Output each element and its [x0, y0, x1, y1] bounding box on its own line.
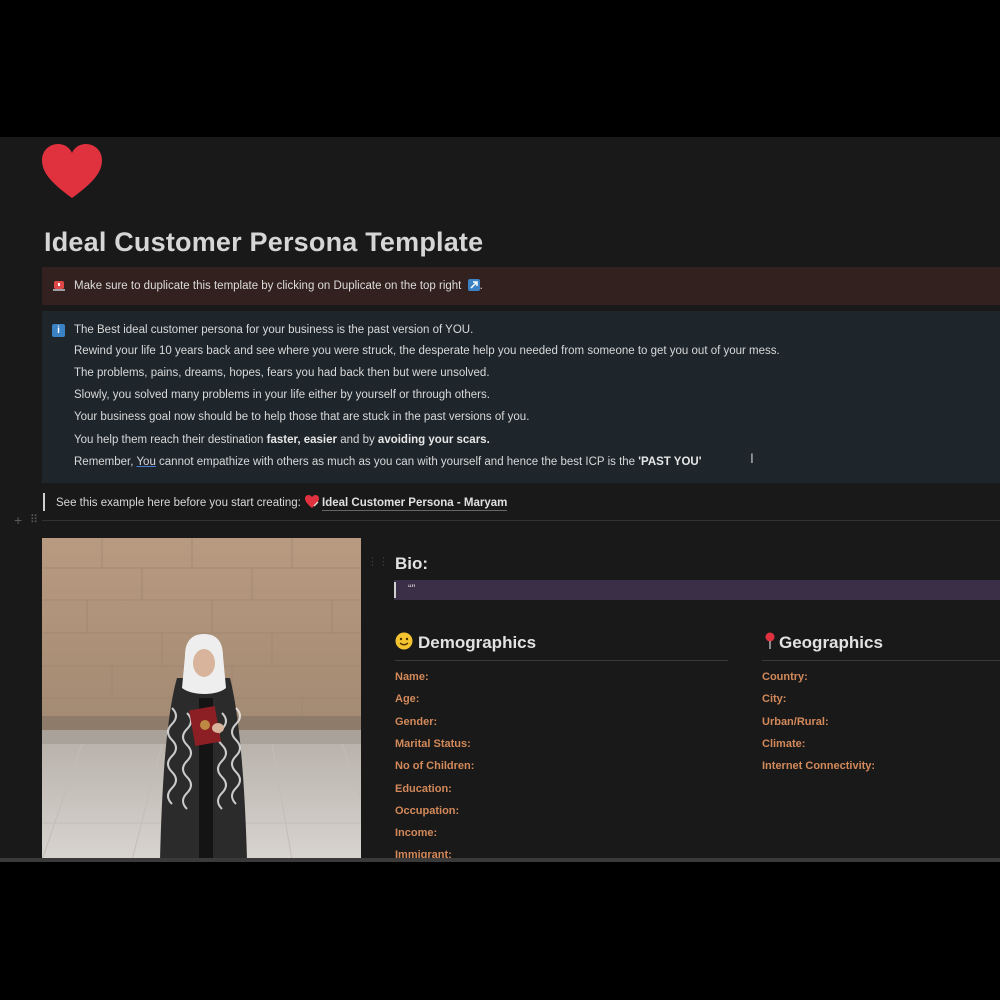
demographics-underline: [395, 660, 728, 661]
info-icon: i: [52, 324, 65, 337]
example-quote: See this example here before you start c…: [56, 494, 508, 511]
field-country[interactable]: Country:: [762, 671, 808, 683]
callout-text: Make sure to duplicate this template by …: [74, 279, 483, 292]
field-gender[interactable]: Gender:: [395, 716, 437, 728]
bio-heading[interactable]: Bio:: [395, 554, 428, 574]
info-callout: i The Best ideal customer persona for yo…: [42, 311, 1000, 483]
field-income[interactable]: Income:: [395, 827, 437, 839]
field-education[interactable]: Education:: [395, 783, 452, 795]
duplicate-callout: Make sure to duplicate this template by …: [42, 267, 1000, 305]
persona-photo[interactable]: [42, 538, 361, 860]
info-line-3: The problems, pains, dreams, hopes, fear…: [74, 367, 490, 379]
smiley-icon: [395, 632, 413, 650]
quote-bar: [43, 493, 45, 511]
rotating-light-icon: [53, 281, 65, 291]
arrow-up-right-icon: [467, 279, 480, 291]
info-line-1: The Best ideal customer persona for your…: [74, 324, 474, 336]
divider: [42, 520, 1000, 521]
geographics-heading[interactable]: Geographics: [764, 632, 883, 653]
pin-icon: [765, 632, 775, 649]
heart-link-icon: [305, 495, 320, 508]
page-title[interactable]: Ideal Customer Persona Template: [44, 227, 483, 258]
field-climate[interactable]: Climate:: [762, 738, 805, 750]
heart-icon[interactable]: [40, 142, 104, 202]
field-urban-rural[interactable]: Urban/Rural:: [762, 716, 829, 728]
info-line-2: Rewind your life 10 years back and see w…: [74, 345, 780, 357]
demographics-heading[interactable]: Demographics: [395, 632, 536, 653]
info-line-5: Your business goal now should be to help…: [74, 411, 530, 423]
field-name[interactable]: Name:: [395, 671, 429, 683]
text-cursor-icon: I: [750, 450, 754, 466]
field-age[interactable]: Age:: [395, 693, 419, 705]
field-city[interactable]: City:: [762, 693, 786, 705]
example-link[interactable]: Ideal Customer Persona - Maryam: [322, 497, 508, 511]
persona-photo-image: [42, 538, 361, 860]
field-marital-status[interactable]: Marital Status:: [395, 738, 471, 750]
info-line-6: You help them reach their destination fa…: [74, 434, 490, 446]
add-block-icon[interactable]: +: [14, 512, 22, 528]
info-line-7: Remember, You cannot empathize with othe…: [74, 456, 702, 468]
field-internet-connectivity[interactable]: Internet Connectivity:: [762, 760, 875, 772]
bio-callout[interactable]: “”: [394, 580, 1000, 600]
bio-text[interactable]: “”: [408, 583, 415, 595]
info-line-4: Slowly, you solved many problems in your…: [74, 389, 490, 401]
window-bottom-edge: [0, 858, 1000, 862]
geographics-underline: [762, 660, 1000, 661]
drag-handle-icon-2[interactable]: ⋮⋮: [367, 555, 389, 568]
bio-quote-bar: [394, 582, 396, 598]
field-no-of-children[interactable]: No of Children:: [395, 760, 474, 772]
field-occupation[interactable]: Occupation:: [395, 805, 459, 817]
drag-handle-icon[interactable]: ⠿: [30, 513, 38, 526]
notion-page: Ideal Customer Persona Template Make sur…: [0, 137, 1000, 862]
